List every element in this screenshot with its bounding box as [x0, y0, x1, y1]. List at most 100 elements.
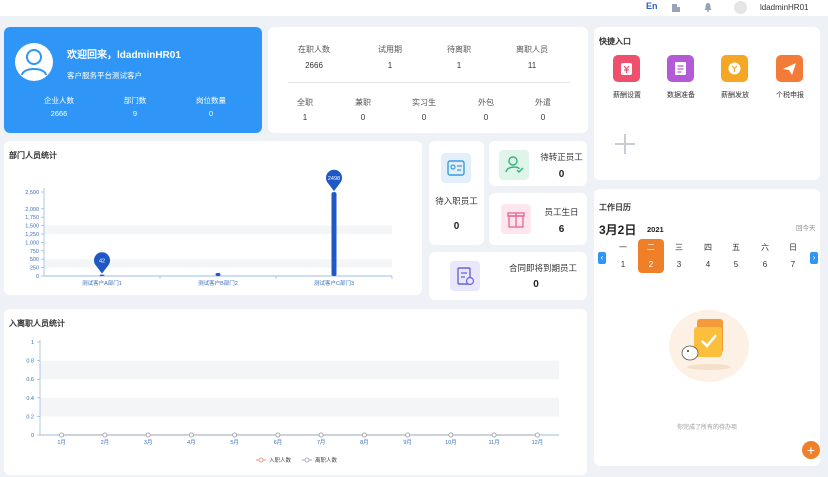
data-label: 2498 [328, 176, 340, 182]
id-card-icon [441, 153, 471, 183]
gift-icon [501, 204, 531, 234]
status-label-outsource[interactable]: 外包 [456, 97, 516, 108]
status-value-intern[interactable]: 0 [394, 113, 454, 122]
series-point [405, 432, 411, 438]
language-switch[interactable]: En [646, 1, 658, 11]
tax-report-icon[interactable] [776, 55, 803, 82]
legend-marker [304, 457, 310, 463]
calendar-day[interactable]: 2 [638, 260, 664, 269]
quick-access-card: 快捷入口 薪酬设置 数据准备 薪酬发放 个税申报 [594, 27, 820, 180]
welcome-subtitle: 客户服务平台测试客户 [67, 71, 142, 80]
contract-expiring-value: 0 [533, 279, 539, 290]
y-tick-label: 1 [31, 340, 34, 346]
status-label-active[interactable]: 在职人数 [284, 44, 344, 55]
x-tick-label: 6月 [274, 439, 283, 446]
x-tick-label: 3月 [144, 439, 153, 446]
x-tick-label: 4月 [187, 439, 196, 446]
add-todo-button[interactable]: + [802, 441, 820, 459]
x-tick-label: 测试客户C部门3 [314, 279, 354, 287]
series-point [232, 432, 238, 438]
status-label-dispatch[interactable]: 外遣 [513, 97, 573, 108]
status-label-left[interactable]: 离职人员 [502, 44, 562, 55]
status-value-probation[interactable]: 1 [360, 61, 420, 70]
quick-access-title: 快捷入口 [599, 37, 631, 46]
series-point [491, 432, 497, 438]
x-tick-label: 10月 [445, 439, 457, 446]
data-label: 42 [99, 259, 105, 265]
series-point [361, 432, 367, 438]
calendar-today-link[interactable]: 回今天 [796, 222, 816, 232]
x-tick-label: 7月 [317, 439, 326, 446]
avatar-icon[interactable] [734, 1, 747, 14]
y-tick-label: 500 [30, 257, 39, 263]
contract-expiring-label: 合同即将到期员工 [508, 263, 577, 273]
calendar-weekday: 四 [704, 243, 712, 252]
status-value-outsource[interactable]: 0 [456, 113, 516, 122]
status-value-dispatch[interactable]: 0 [513, 113, 573, 122]
pending-entry-tile[interactable]: 待入职员工 0 [429, 141, 484, 245]
calendar-prev-arrow[interactable]: ‹ [598, 252, 606, 264]
calendar-weekday: 二 [647, 243, 655, 252]
stat-label-departments: 部门数 [123, 96, 147, 105]
y-tick-label: 0 [36, 274, 39, 280]
status-value-pending-leave[interactable]: 1 [429, 61, 489, 70]
status-label-fulltime[interactable]: 全职 [275, 97, 335, 108]
status-label-probation[interactable]: 试用期 [360, 44, 420, 55]
status-label-intern[interactable]: 实习生 [394, 97, 454, 108]
y-tick-label: 2,000 [25, 207, 39, 213]
staff-status-card: 在职人数 2666 试用期 1 待离职 1 离职人员 11 全职 1 兼职 0 … [268, 27, 588, 133]
quick-label-salary-settings[interactable]: 薪酬设置 [602, 90, 652, 100]
contract-icon [450, 261, 480, 291]
y-tick-label: 1,000 [25, 240, 39, 246]
y-tick-label: 1,500 [25, 224, 39, 230]
contract-expiring-tile[interactable]: 合同即将到期员工 0 [429, 252, 587, 300]
salary-pay-icon[interactable] [721, 55, 748, 82]
work-calendar-card: 工作日历 3月2日 2021 回今天 你完成了所有的待办项 [594, 189, 820, 466]
legend-marker [258, 457, 264, 463]
calendar-day[interactable]: 5 [723, 260, 749, 269]
calendar-day[interactable]: 3 [666, 260, 692, 269]
x-tick-label: 8月 [360, 439, 369, 446]
bell-icon[interactable] [703, 2, 713, 12]
y-tick-label: 0.2 [26, 414, 34, 420]
bar [331, 192, 337, 276]
salary-settings-icon[interactable] [613, 55, 640, 82]
plus-icon[interactable] [614, 133, 636, 155]
status-label-parttime[interactable]: 兼职 [333, 97, 393, 108]
y-tick-label: 2,500 [25, 190, 39, 196]
status-value-parttime[interactable]: 0 [333, 113, 393, 122]
status-value-left[interactable]: 11 [502, 61, 562, 70]
series-point [188, 432, 194, 438]
status-value-fulltime[interactable]: 1 [275, 113, 335, 122]
quick-label-data-prep[interactable]: 数据准备 [656, 90, 706, 100]
quick-label-tax-report[interactable]: 个税申报 [765, 90, 815, 100]
welcome-card: 欢迎回来，ldadminHR01 客户服务平台测试客户 企业人数 2666 部门… [4, 27, 262, 133]
birthday-tile[interactable]: 员工生日 6 [489, 193, 587, 245]
pending-regular-tile[interactable]: 待转正员工 0 [489, 141, 587, 186]
username[interactable]: ldadminHR01 [760, 3, 808, 12]
stat-value-departments: 9 [132, 109, 138, 118]
y-tick-label: 1,750 [25, 215, 39, 221]
calendar-day[interactable]: 6 [752, 260, 778, 269]
stat-value-positions: 0 [208, 109, 214, 118]
pending-regular-label: 待转正员工 [540, 152, 583, 162]
calendar-day[interactable]: 4 [695, 260, 721, 269]
building-icon[interactable] [671, 2, 681, 12]
bar [215, 272, 221, 276]
series-point [534, 432, 540, 438]
status-value-active[interactable]: 2666 [284, 61, 344, 70]
calendar-next-arrow[interactable]: › [810, 252, 818, 264]
series-point [448, 432, 454, 438]
y-tick-label: 0.4 [26, 396, 34, 402]
grid-band [40, 397, 559, 417]
calendar-day[interactable]: 7 [780, 260, 806, 269]
legend-label: 入职人数 [269, 456, 292, 464]
data-prep-icon[interactable] [667, 55, 694, 82]
status-label-pending-leave[interactable]: 待离职 [429, 44, 489, 55]
calendar-day[interactable]: 1 [610, 260, 636, 269]
calendar-title: 工作日历 [599, 203, 631, 212]
quick-label-salary-pay[interactable]: 薪酬发放 [710, 90, 760, 100]
calendar-date: 3月2日 [599, 223, 637, 237]
department-chart-card: 部门人员统计 0 250 500 750 1,000 1,250 1,500 1,750 2,0… [4, 141, 422, 295]
x-tick-label: 9月 [403, 439, 412, 446]
